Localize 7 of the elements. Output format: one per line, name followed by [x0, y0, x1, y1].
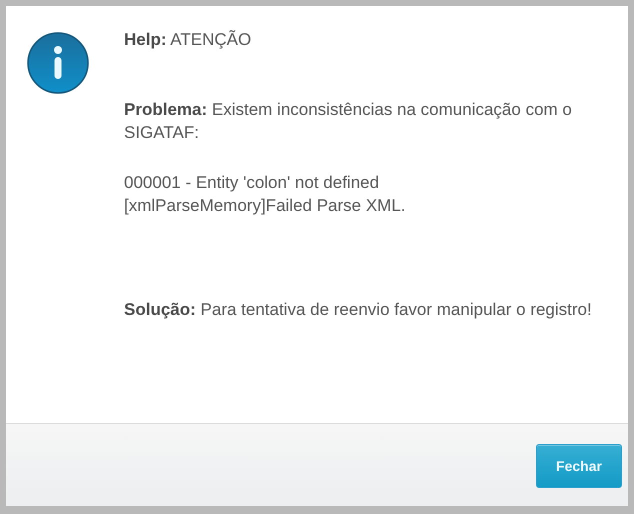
error-detail: [xmlParseMemory]Failed Parse XML.	[124, 195, 407, 217]
info-icon	[26, 31, 90, 95]
problem-text: Problema: Existem inconsistências na comunicação com o SIGATAF:	[124, 99, 573, 144]
error-detail: 000001 - Entity 'colon' not defined	[124, 172, 380, 194]
solution-text: Solução: Para tentativa de reenvio favor manipular o registro!	[124, 299, 593, 321]
close-button[interactable]: Fechar	[536, 444, 622, 488]
help-heading: Help: ATENÇÃO	[124, 29, 252, 51]
